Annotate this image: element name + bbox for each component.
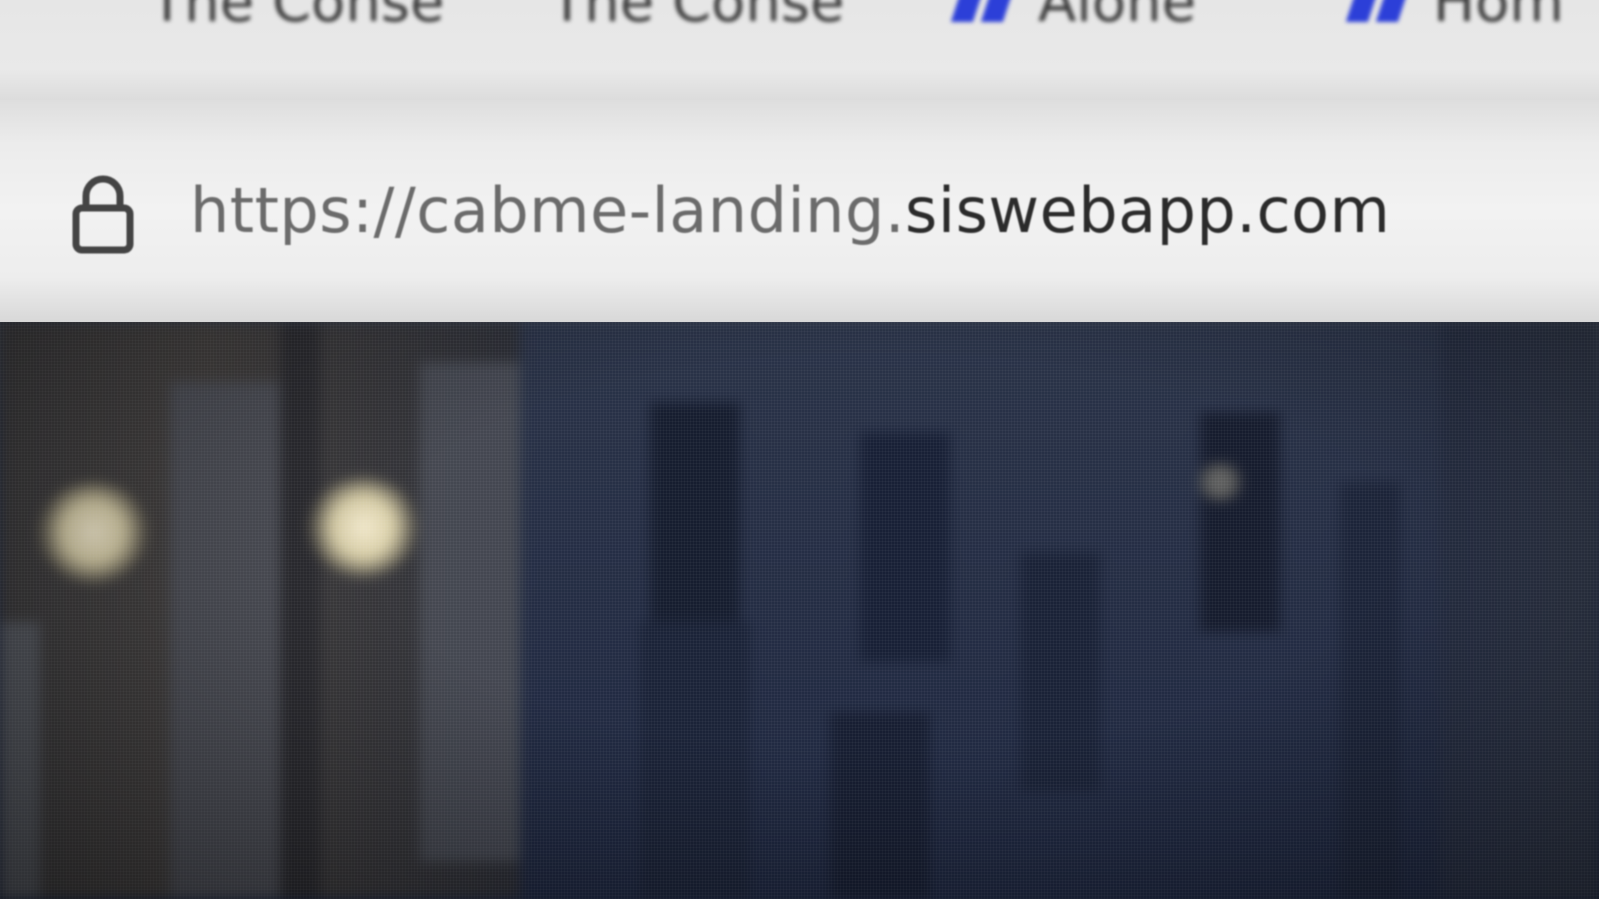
page-hero-image (0, 322, 1599, 899)
site-favicon-icon (1345, 0, 1415, 28)
url-prefix: https://cabme-landing. (190, 174, 906, 247)
bookmark-label: Alone (1038, 0, 1197, 35)
bookmark-item[interactable]: Alone (950, 0, 1196, 35)
hero-photo (0, 322, 1599, 899)
url-domain: siswebapp.com (905, 174, 1391, 247)
bookmarks-bar: The Conse The Conse Alone Hom (0, 0, 1599, 100)
bookmark-label: The Conse (150, 0, 445, 35)
lock-icon[interactable] (70, 172, 136, 256)
address-bar: https://cabme-landing.siswebapp.com (0, 100, 1599, 322)
bookmark-item[interactable]: Hom (1345, 0, 1564, 35)
url-text[interactable]: https://cabme-landing.siswebapp.com (190, 174, 1390, 247)
bookmark-label: The Conse (550, 0, 845, 35)
bookmark-label: Hom (1433, 0, 1564, 35)
url-field[interactable]: https://cabme-landing.siswebapp.com (0, 130, 1599, 290)
bookmark-item[interactable]: The Conse (150, 0, 444, 35)
bookmark-item[interactable]: The Conse (550, 0, 844, 35)
site-favicon-icon (950, 0, 1020, 28)
